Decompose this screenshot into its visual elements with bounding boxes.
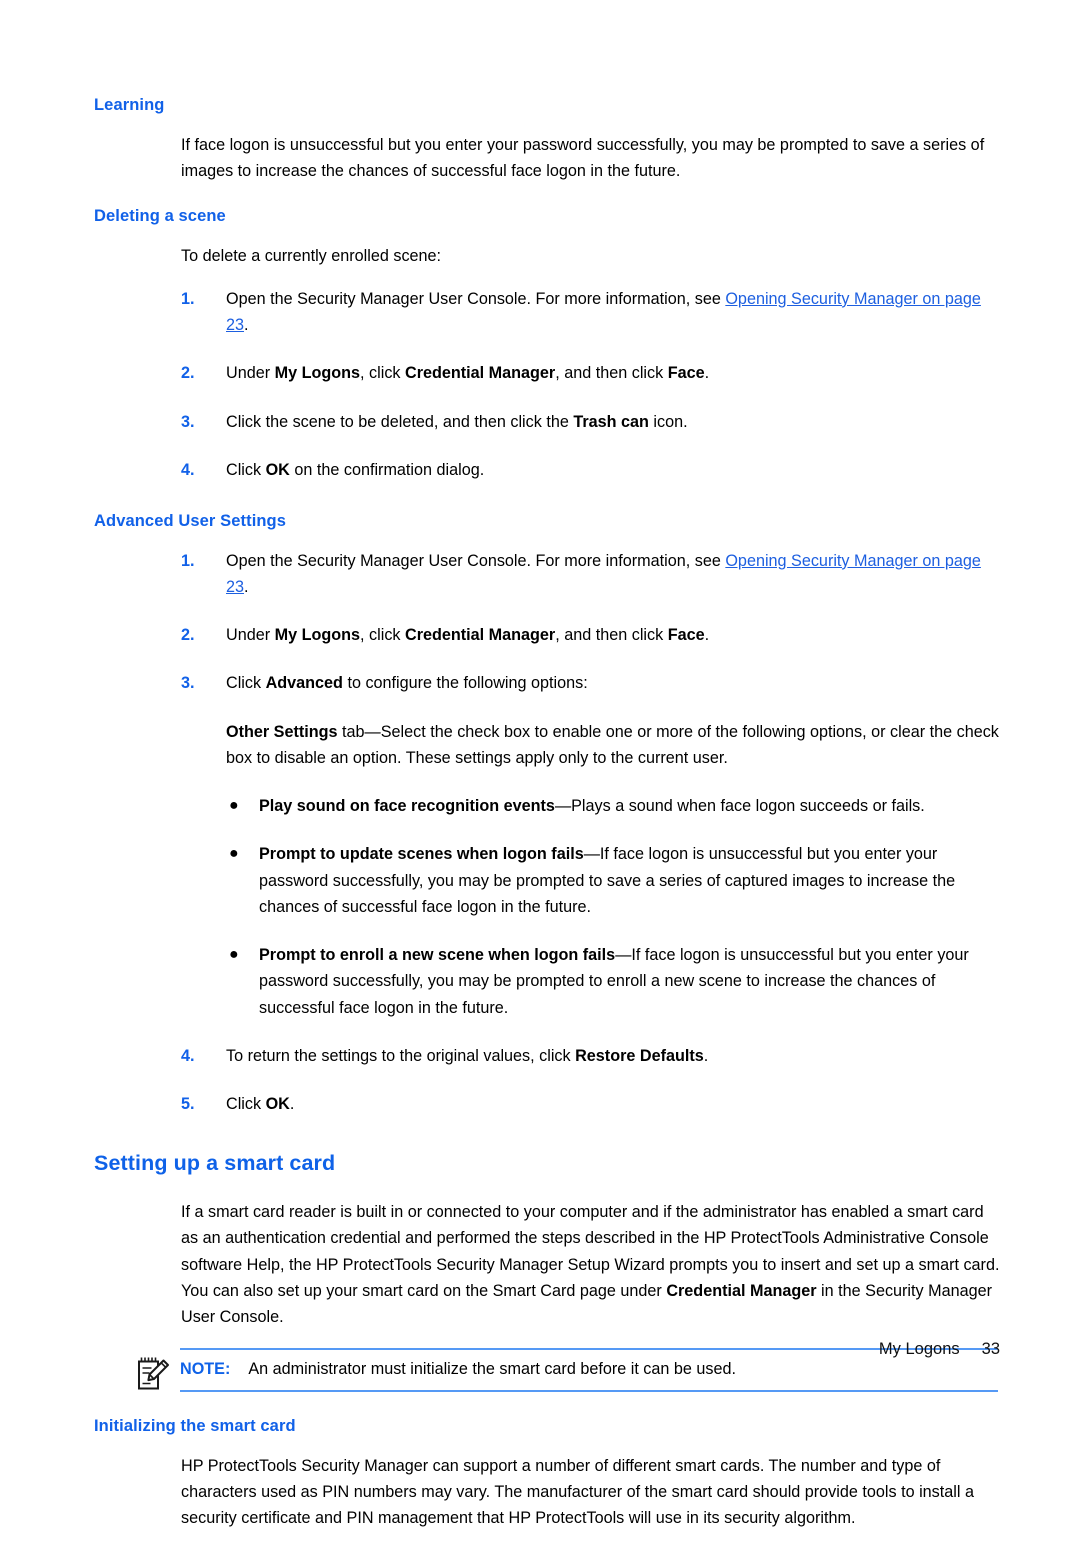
step-text: Click OK. xyxy=(226,1095,295,1114)
bullet-icon: ● xyxy=(229,946,239,964)
options-list: ● Play sound on face recognition events—… xyxy=(226,793,1000,1021)
heading-setting-up-a-smart-card: Setting up a smart card xyxy=(94,1151,336,1176)
option-name: Prompt to enroll a new scene when logon … xyxy=(259,946,616,965)
ui-term: Credential Manager xyxy=(405,626,556,645)
note-pad-pencil-icon xyxy=(136,1354,170,1392)
note-text: An administrator must initialize the sma… xyxy=(248,1360,737,1379)
step-text: Under My Logons, click Credential Manage… xyxy=(226,364,710,383)
step-text: Click the scene to be deleted, and then … xyxy=(226,412,688,431)
list-item: 3. Click the scene to be deleted, and th… xyxy=(181,409,1000,435)
list-item: 1. Open the Security Manager User Consol… xyxy=(181,548,1000,600)
step-number: 1. xyxy=(181,551,195,570)
footer-page-number: 33 xyxy=(981,1340,1000,1358)
ui-term: Face xyxy=(667,626,705,645)
note-label: NOTE: xyxy=(180,1360,231,1379)
step-number: 4. xyxy=(181,460,195,479)
ui-term: Advanced xyxy=(265,674,343,693)
list-item: 5. Click OK. xyxy=(181,1091,1000,1117)
ui-term: Restore Defaults xyxy=(575,1046,704,1065)
document-page: Learning If face logon is unsuccessful b… xyxy=(0,0,1080,1527)
heading-initializing-the-smart-card: Initializing the smart card xyxy=(94,1417,296,1436)
footer-section-title: My Logons xyxy=(878,1340,960,1358)
option-description: —Plays a sound when face logon succeeds … xyxy=(554,797,925,816)
tab-name-other-settings: Other Settings xyxy=(226,722,338,741)
heading-learning: Learning xyxy=(94,96,165,114)
step-number: 5. xyxy=(181,1095,195,1114)
list-item: ● Prompt to update scenes when logon fai… xyxy=(226,841,1000,920)
step-number: 1. xyxy=(181,289,195,308)
heading-advanced-user-settings: Advanced User Settings xyxy=(94,512,287,531)
bullet-icon: ● xyxy=(229,845,239,863)
step-text: To return the settings to the original v… xyxy=(226,1046,709,1065)
step-text: Open the Security Manager User Console. … xyxy=(226,289,981,335)
list-item: 1. Open the Security Manager User Consol… xyxy=(181,286,1000,338)
paragraph-initializing-smart-card: HP ProtectTools Security Manager can sup… xyxy=(181,1456,974,1528)
list-item: 4. To return the settings to the origina… xyxy=(181,1043,1000,1069)
list-item: ● Play sound on face recognition events—… xyxy=(226,793,1000,819)
list-item: 4. Click OK on the confirmation dialog. xyxy=(181,457,1000,483)
other-settings-description: Other Settings tab—Select the check box … xyxy=(226,722,999,767)
option-name: Prompt to update scenes when logon fails xyxy=(259,845,584,864)
list-item: 2. Under My Logons, click Credential Man… xyxy=(181,360,1000,386)
page-content: Learning If face logon is unsuccessful b… xyxy=(94,95,1000,1554)
paragraph-delete-lead: To delete a currently enrolled scene: xyxy=(181,246,442,265)
option-name: Play sound on face recognition events xyxy=(259,797,555,816)
page-footer: My Logons 33 xyxy=(0,1340,1000,1359)
step-text: Click OK on the confirmation dialog. xyxy=(226,460,485,479)
step-number: 3. xyxy=(181,412,195,431)
ui-term: My Logons xyxy=(274,364,361,383)
ui-term: OK xyxy=(265,1095,290,1114)
ui-term: Credential Manager xyxy=(405,364,556,383)
ui-term: Trash can xyxy=(573,412,649,431)
step-number: 3. xyxy=(181,674,195,693)
step-text: Click Advanced to configure the followin… xyxy=(226,674,588,693)
step-list-advanced-user-settings: 1. Open the Security Manager User Consol… xyxy=(94,548,1000,1118)
step-number: 2. xyxy=(181,626,195,645)
step-number: 2. xyxy=(181,364,195,383)
list-item: 3. Click Advanced to configure the follo… xyxy=(181,670,1000,1020)
paragraph-learning: If face logon is unsuccessful but you en… xyxy=(181,135,985,180)
heading-deleting-a-scene: Deleting a scene xyxy=(94,207,226,226)
list-item: 2. Under My Logons, click Credential Man… xyxy=(181,622,1000,648)
ui-term: My Logons xyxy=(274,626,361,645)
step-number: 4. xyxy=(181,1046,195,1065)
step-text: Under My Logons, click Credential Manage… xyxy=(226,626,710,645)
step-list-deleting-a-scene: 1. Open the Security Manager User Consol… xyxy=(94,286,1000,483)
paragraph-smart-card: If a smart card reader is built in or co… xyxy=(181,1203,1000,1327)
ui-term: Face xyxy=(667,364,705,383)
step-text: Open the Security Manager User Console. … xyxy=(226,551,981,596)
bullet-icon: ● xyxy=(229,797,239,815)
ui-term: Credential Manager xyxy=(666,1281,817,1300)
note-rule-bottom xyxy=(180,1389,998,1392)
ui-term: OK xyxy=(265,460,290,479)
list-item: ● Prompt to enroll a new scene when logo… xyxy=(226,942,1000,1021)
